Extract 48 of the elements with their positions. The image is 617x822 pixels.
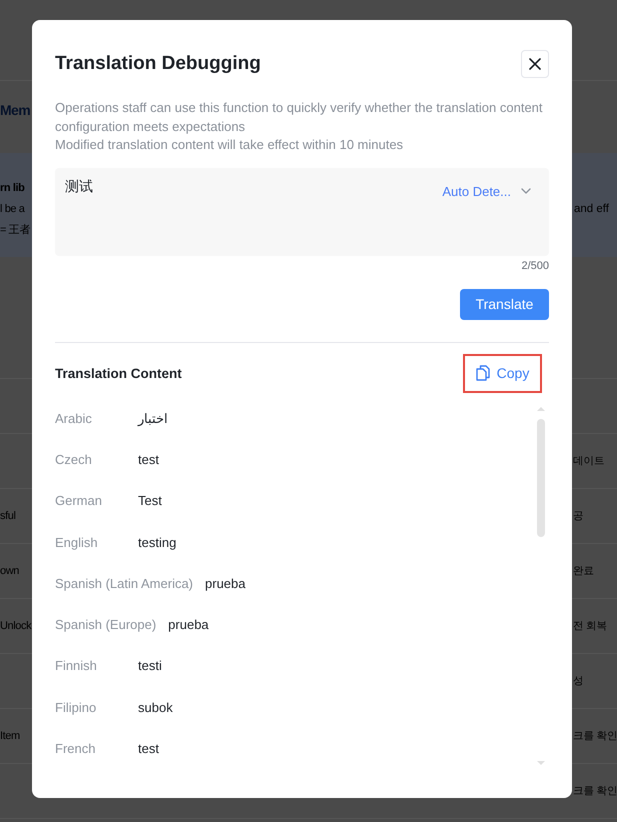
notice-text: rn lib: [0, 182, 26, 194]
language-label: Spanish (Latin America): [55, 576, 194, 591]
notice-text: l be a: [0, 202, 26, 214]
language-label: French: [55, 741, 96, 756]
row-status-text: 성: [572, 674, 584, 688]
language-label: Finnish: [55, 658, 98, 674]
description-text: Operations staff can use this function to quickly verify whether the translation content configuration meets expectations: [55, 99, 544, 136]
close-icon: [529, 58, 541, 70]
notice-text: and eff: [573, 202, 610, 214]
translation-text: testi: [138, 658, 162, 674]
dialog-title: Translation Debugging: [55, 53, 261, 75]
translation-text: test: [138, 452, 159, 467]
translation-text: test: [138, 741, 159, 756]
row-status-text: 공: [572, 509, 584, 523]
chevron-down-icon: [521, 188, 531, 194]
section-heading: Mem: [0, 102, 30, 118]
copy-button[interactable]: Copy: [463, 354, 542, 392]
row-label-text: own: [0, 565, 20, 577]
translation-text: subok: [138, 700, 173, 715]
language-label: Czech: [55, 452, 93, 467]
close-button[interactable]: [521, 50, 549, 78]
result-heading: Translation Content: [55, 366, 182, 380]
language-label: Arabic: [55, 410, 93, 426]
character-counter: 2/500: [521, 258, 549, 272]
language-label: English: [55, 534, 99, 550]
row-label-text: Item: [0, 730, 21, 742]
row-status-text: 크를 확인: [572, 729, 617, 743]
scrollbar-thumb[interactable]: [537, 418, 545, 536]
scroll-down-icon[interactable]: [537, 761, 545, 766]
notice-text: = 王者: [0, 223, 31, 237]
language-label: Filipino: [55, 700, 98, 715]
translation-text: prueba: [205, 576, 246, 591]
translation-text: Test: [138, 493, 162, 508]
copy-icon: [476, 365, 490, 381]
translate-button[interactable]: Translate: [460, 288, 549, 320]
translation-text: اختبار: [138, 410, 168, 426]
language-select[interactable]: Auto Dete...: [442, 184, 531, 198]
language-label: Spanish (Europe): [55, 617, 156, 632]
translation-text: testing: [138, 534, 176, 550]
row-status-text: 데이트: [572, 454, 606, 468]
row-label-text: sful: [0, 510, 17, 522]
row-status-text: 완료: [572, 564, 595, 578]
description-text: Modified translation content will take effect within 10 minutes: [55, 136, 404, 154]
row-status-text: 크를 확인: [572, 784, 617, 798]
language-label: German: [55, 493, 103, 508]
row-status-text: 전 회복: [572, 619, 608, 633]
row-label-text: Unlock: [0, 620, 32, 632]
translation-text: prueba: [168, 617, 209, 632]
